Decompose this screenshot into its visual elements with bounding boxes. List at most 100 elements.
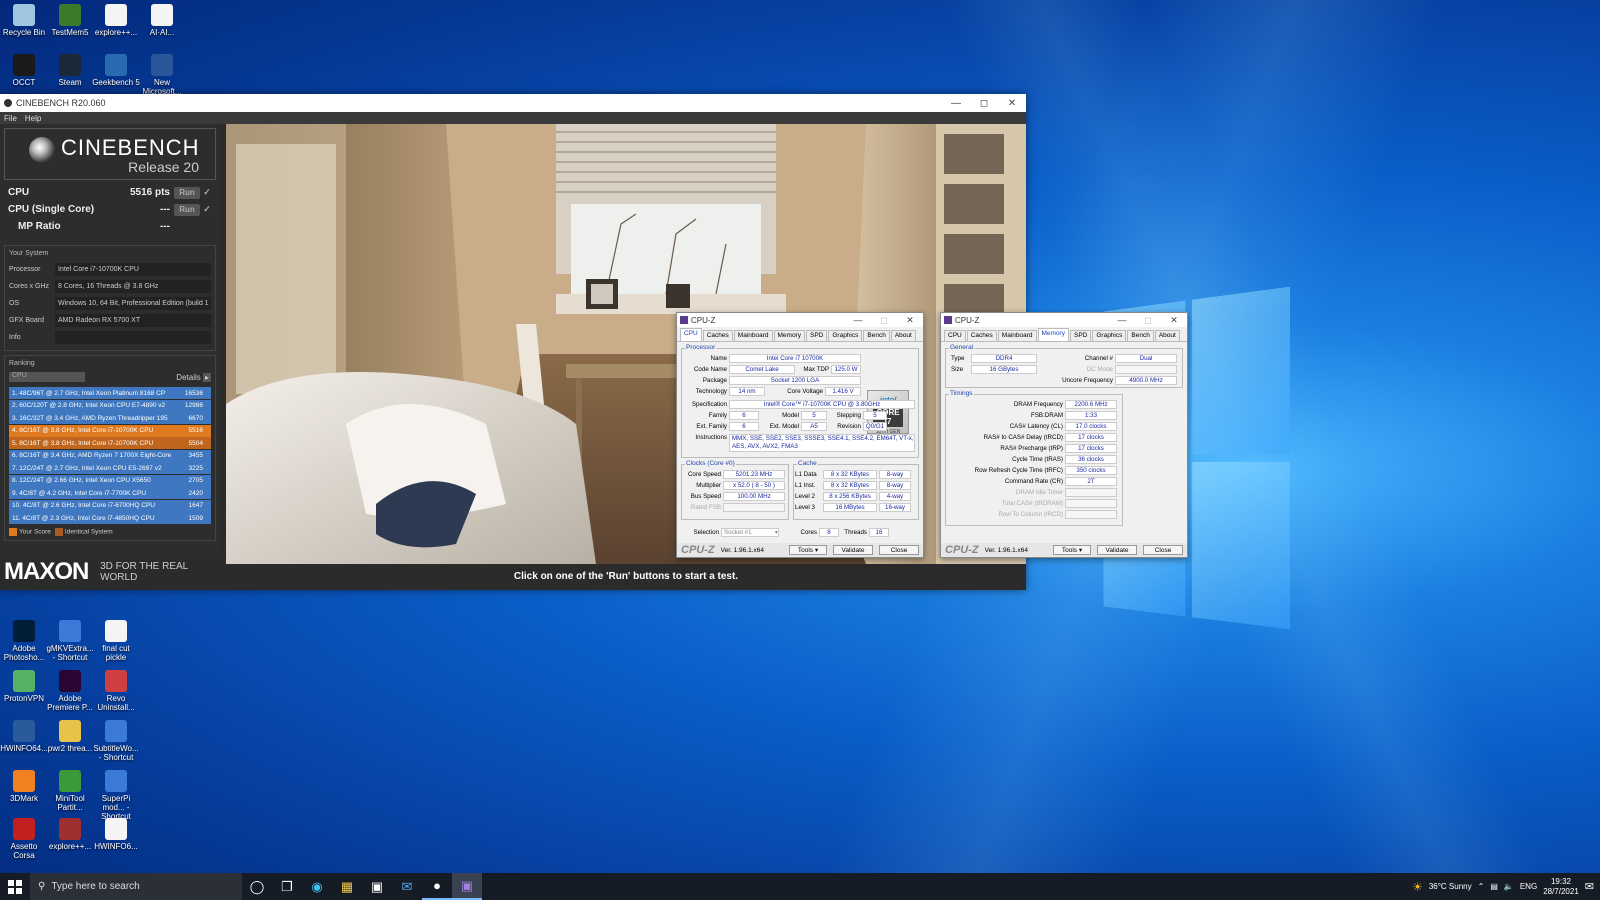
run-cpu-button[interactable]: Run (174, 186, 200, 199)
ranking-row[interactable]: 1. 48C/96T @ 2.7 GHz, Intel Xeon Platinu… (9, 387, 211, 399)
tab-memory[interactable]: Memory (1037, 328, 1069, 341)
tab-bench[interactable]: Bench (863, 330, 890, 341)
cpuz-titlebar[interactable]: CPU-Z — ◻ ✕ (941, 313, 1187, 327)
tab-mainboard[interactable]: Mainboard (733, 330, 773, 341)
ranking-row[interactable]: 3. 16C/32T @ 3.4 GHz, AMD Ryzen Threadri… (9, 412, 211, 424)
details-button[interactable]: Details ▸ (176, 372, 211, 382)
maximize-icon[interactable]: ◻ (1135, 315, 1161, 326)
checkmark-icon[interactable]: ✓ (202, 204, 212, 215)
close-icon[interactable]: ✕ (998, 98, 1026, 109)
tab-mainboard[interactable]: Mainboard (997, 330, 1037, 341)
cpuz-window-cpu[interactable]: CPU-Z — ◻ ✕ CPU Caches Mainboard Memory SPD Gra… (676, 312, 924, 558)
desktop-icon[interactable]: 3DMark (0, 770, 48, 803)
ranking-row[interactable]: 2. 60C/120T @ 2.8 GHz, Intel Xeon CPU E7… (9, 399, 211, 412)
socket-select[interactable]: Socket #1 ▾ (721, 528, 779, 537)
menu-help[interactable]: Help (25, 114, 41, 123)
cpuz-window-memory[interactable]: CPU-Z — ◻ ✕ CPU Caches Mainboard Memory SPD Gra… (940, 312, 1188, 558)
close-button[interactable]: Close (1143, 545, 1183, 555)
ranking-row[interactable]: 7. 12C/24T @ 2.7 GHz, Intel Xeon CPU E5-… (9, 462, 211, 474)
ranking-row[interactable]: 6. 8C/16T @ 3.4 GHz, AMD Ryzen 7 1700X E… (9, 449, 211, 462)
close-icon[interactable]: ✕ (897, 315, 923, 326)
task-view-icon[interactable]: ❐ (272, 873, 302, 900)
start-button[interactable] (0, 873, 30, 900)
desktop-icon[interactable]: AI·AI... (138, 4, 186, 37)
desktop-icon[interactable]: Adobe Photosho... (0, 620, 48, 662)
tab-spd[interactable]: SPD (805, 330, 828, 341)
notification-icon[interactable]: ✉ (1585, 880, 1594, 893)
desktop-icon[interactable]: HWiNFO64... (0, 720, 48, 753)
tab-cpu[interactable]: CPU (680, 328, 702, 341)
close-button[interactable]: Close (879, 545, 919, 555)
desktop-icon[interactable]: gMKVExtra... - Shortcut (46, 620, 94, 662)
taskbar-search-box[interactable]: ⚲ Type here to search (30, 873, 242, 900)
tab-memory[interactable]: Memory (773, 330, 805, 341)
desktop-icon[interactable]: Adobe Premiere P... (46, 670, 94, 712)
desktop-icon[interactable]: Revo Uninstall... (92, 670, 140, 712)
cpuz-taskbar-icon[interactable]: ▣ (452, 873, 482, 900)
minimize-icon[interactable]: — (1109, 315, 1135, 326)
tab-bench[interactable]: Bench (1127, 330, 1154, 341)
cpuz-tabs: CPU Caches Mainboard Memory SPD Graphics Bench… (941, 327, 1187, 341)
ranking-row[interactable]: 8. 12C/24T @ 2.66 GHz, Intel Xeon CPU X5… (9, 474, 211, 487)
tab-cpu[interactable]: CPU (944, 330, 966, 341)
validate-button[interactable]: Validate (833, 545, 873, 555)
desktop-icon[interactable]: explore++... (92, 4, 140, 37)
desktop-icon[interactable]: pwr2 threa... (46, 720, 94, 753)
volume-icon[interactable]: 🔈 (1504, 882, 1514, 891)
ranking-row[interactable]: 4. 8C/16T @ 3.8 GHz, Intel Core i7-10700… (9, 424, 211, 437)
cinebench-taskbar-icon[interactable]: ● (422, 873, 452, 900)
ranking-row[interactable]: 11. 4C/8T @ 2.3 GHz, Intel Core i7-4850H… (9, 512, 211, 524)
desktop-icon[interactable]: OCCT (0, 54, 48, 87)
ranking-row[interactable]: 10. 4C/8T @ 2.6 GHz, Intel Core i7-6700H… (9, 499, 211, 512)
store-icon[interactable]: ▣ (362, 873, 392, 900)
tab-about[interactable]: About (1154, 330, 1180, 341)
desktop-icon[interactable]: HWINFO6... (92, 818, 140, 851)
desktop-icon[interactable]: final cut pickle (92, 620, 140, 662)
checkmark-icon[interactable]: ✓ (202, 187, 212, 198)
minimize-icon[interactable]: — (942, 98, 970, 109)
clock[interactable]: 19:32 28/7/2021 (1543, 877, 1579, 897)
tab-graphics[interactable]: Graphics (828, 330, 863, 341)
desktop-icon[interactable]: Steam (46, 54, 94, 87)
validate-button[interactable]: Validate (1097, 545, 1137, 555)
tools-button[interactable]: Tools ▾ (789, 545, 827, 555)
close-icon[interactable]: ✕ (1161, 315, 1187, 326)
desktop-icon[interactable]: New Microsoft... (138, 54, 186, 96)
run-single-core-button[interactable]: Run (174, 203, 200, 216)
edge-browser-icon[interactable]: ◉ (302, 873, 332, 900)
chevron-up-icon[interactable]: ⌃ (1478, 882, 1485, 891)
desktop-icon[interactable]: Geekbench 5 (92, 54, 140, 87)
tab-about[interactable]: About (890, 330, 916, 341)
menu-file[interactable]: File (4, 114, 17, 123)
file-explorer-icon[interactable]: ▦ (332, 873, 362, 900)
ranking-select[interactable]: CPU (9, 372, 85, 382)
desktop-icon[interactable]: SubtitleWo... - Shortcut (92, 720, 140, 762)
desktop-icon[interactable]: SuperPi mod... - Shortcut (92, 770, 140, 821)
minimize-icon[interactable]: — (845, 315, 871, 326)
maximize-icon[interactable]: ◻ (970, 98, 998, 109)
ranking-row[interactable]: 5. 8C/16T @ 3.8 GHz, Intel Core i7-10700… (9, 437, 211, 449)
desktop-icon[interactable]: Assetto Corsa (0, 818, 48, 860)
weather-text[interactable]: 36°C Sunny (1429, 882, 1472, 891)
desktop-icon[interactable]: MiniTool Partit... (46, 770, 94, 812)
network-icon[interactable]: ▤ (1490, 882, 1498, 891)
cinebench-titlebar[interactable]: CINEBENCH R20.060 — ◻ ✕ (0, 94, 1026, 112)
tools-button[interactable]: Tools ▾ (1053, 545, 1091, 555)
tab-graphics[interactable]: Graphics (1092, 330, 1127, 341)
maximize-icon[interactable]: ◻ (871, 315, 897, 326)
desktop-icon[interactable]: explore++... (46, 818, 94, 851)
ranking-score: 16536 (184, 389, 203, 397)
cpuz-titlebar[interactable]: CPU-Z — ◻ ✕ (677, 313, 923, 327)
desktop-icon[interactable]: Recycle Bin (0, 4, 48, 37)
desktop-icon[interactable]: TestMem5 (46, 4, 94, 37)
tab-spd[interactable]: SPD (1069, 330, 1092, 341)
tab-caches[interactable]: Caches (966, 330, 997, 341)
cortana-icon[interactable]: ◯ (242, 873, 272, 900)
language-indicator[interactable]: ENG (1520, 882, 1537, 891)
tab-caches[interactable]: Caches (702, 330, 733, 341)
mail-icon[interactable]: ✉ (392, 873, 422, 900)
ranking-row[interactable]: 9. 4C/8T @ 4.2 GHz, Intel Core i7-7700K … (9, 487, 211, 499)
desktop-icon[interactable]: ProtonVPN (0, 670, 48, 703)
ranking-list[interactable]: 1. 48C/96T @ 2.7 GHz, Intel Xeon Platinu… (9, 387, 211, 524)
timing-label: Cycle Time (tRAS) (1012, 456, 1063, 463)
